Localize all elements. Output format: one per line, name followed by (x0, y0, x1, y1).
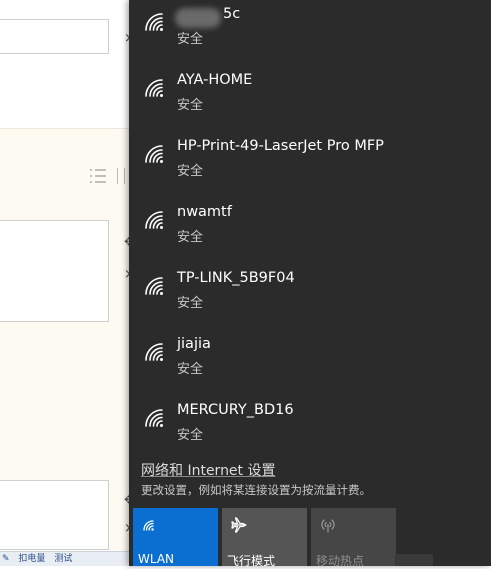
wifi-signal-icon (145, 145, 163, 163)
wifi-signal-icon (145, 409, 163, 427)
network-name: jiajia (177, 336, 211, 352)
wifi-network-item[interactable]: MERCURY_BD16 安全 (129, 386, 491, 452)
network-flyout: 5c 安全 AYA-HOME 安全 HP-Print-49-LaserJet P… (129, 0, 491, 568)
wifi-network-item[interactable]: AYA-HOME 安全 (129, 56, 491, 122)
wifi-signal-icon (145, 211, 163, 229)
mobile-hotspot-label: 移动热点 (316, 554, 365, 568)
network-settings-description: 更改设置，例如将某连接设置为按流量计费。 (141, 483, 371, 497)
redacted-network-name (175, 8, 221, 28)
wifi-network-list: 5c 安全 AYA-HOME 安全 HP-Print-49-LaserJet P… (129, 0, 491, 452)
network-name: nwamtf (177, 204, 232, 220)
network-name: HP-Print-49-LaserJet Pro MFP (177, 138, 384, 154)
wlan-label: WLAN (138, 552, 175, 566)
airplane-mode-label: 飞行模式 (227, 554, 276, 568)
background-app-window: × ✥ × ✥ × ✎ 扣电量 测试 (0, 0, 129, 566)
network-name: AYA-HOME (177, 72, 253, 88)
network-security-status: 安全 (177, 296, 204, 311)
network-name: TP-LINK_5B9F04 (177, 270, 295, 286)
wlan-toggle-button[interactable]: WLAN (133, 508, 218, 566)
wifi-icon (143, 520, 154, 531)
wifi-network-item[interactable]: TP-LINK_5B9F04 安全 (129, 254, 491, 320)
network-security-status: 安全 (177, 32, 204, 47)
background-status-strip: ✎ 扣电量 测试 (0, 551, 129, 566)
partial-tile (395, 554, 433, 566)
airplane-icon (231, 517, 247, 533)
quick-action-tiles: WLAN 飞行模式 移动热点 (133, 508, 491, 568)
list-icon[interactable] (88, 166, 108, 186)
wifi-signal-icon (145, 13, 163, 31)
toolbar-divider (117, 168, 125, 184)
network-security-status: 安全 (177, 428, 204, 443)
network-security-status: 安全 (177, 230, 204, 245)
wifi-network-item[interactable]: nwamtf 安全 (129, 188, 491, 254)
taskbar-item[interactable]: 测试 (54, 554, 72, 564)
network-security-status: 安全 (177, 164, 204, 179)
wifi-network-item[interactable]: jiajia 安全 (129, 320, 491, 386)
wifi-signal-icon (145, 343, 163, 361)
network-security-status: 安全 (177, 362, 204, 377)
network-security-status: 安全 (177, 98, 204, 113)
wifi-network-item[interactable]: HP-Print-49-LaserJet Pro MFP 安全 (129, 122, 491, 188)
network-settings-link[interactable]: 网络和 Internet 设置 (141, 460, 276, 480)
wifi-network-item[interactable]: 5c 安全 (129, 0, 491, 56)
airplane-mode-button[interactable]: 飞行模式 (222, 508, 307, 568)
hotspot-icon (321, 519, 335, 533)
background-text-area[interactable] (0, 480, 109, 550)
network-name: MERCURY_BD16 (177, 402, 294, 418)
background-text-field[interactable] (0, 19, 109, 54)
background-text-area[interactable] (0, 220, 109, 322)
pen-icon[interactable]: ✎ (2, 554, 10, 564)
taskbar-item[interactable]: 扣电量 (18, 554, 45, 564)
mobile-hotspot-button[interactable]: 移动热点 (311, 508, 396, 568)
wifi-signal-icon (145, 79, 163, 97)
network-name: 5c (223, 6, 241, 22)
wifi-signal-icon (145, 277, 163, 295)
